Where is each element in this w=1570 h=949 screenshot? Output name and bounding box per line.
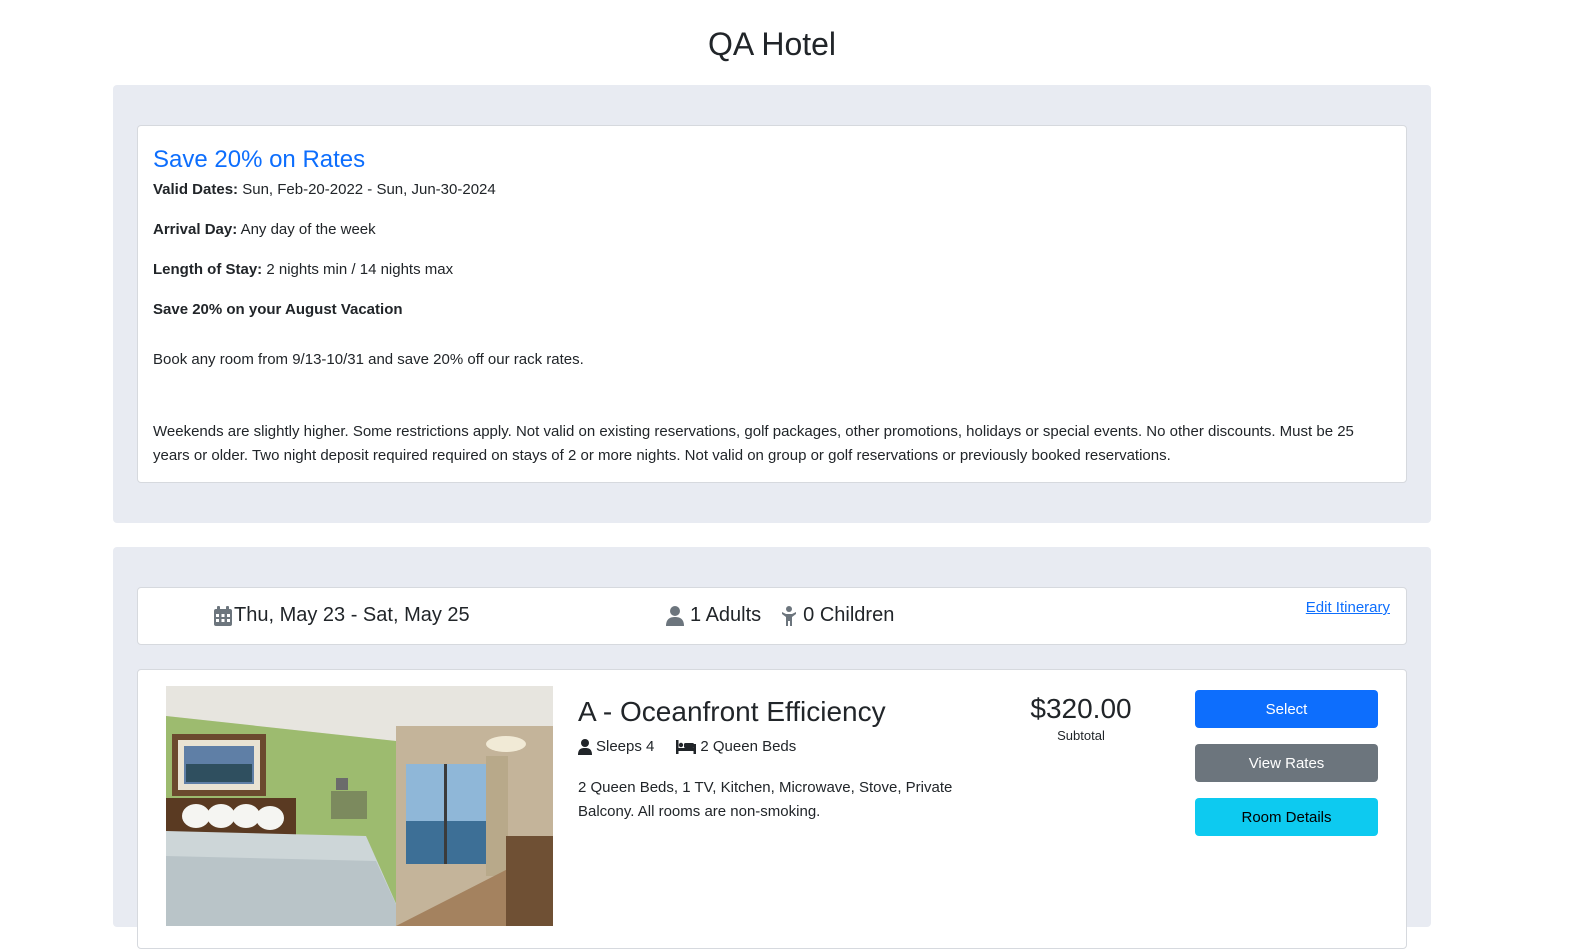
rooms-panel: Thu, May 23 - Sat, May 25 1 Adults 0 Chi…	[113, 547, 1431, 949]
child-icon	[781, 605, 797, 626]
select-button[interactable]: Select	[1195, 690, 1378, 728]
length-of-stay-label: Length of Stay:	[153, 261, 263, 278]
person-icon	[578, 738, 592, 755]
promo-title: Save 20% on Rates	[153, 146, 366, 173]
valid-dates: Valid Dates: Sun, Feb-20-2022 - Sun, Jun…	[153, 180, 1391, 200]
arrival-day-label: Arrival Day:	[153, 221, 238, 238]
valid-dates-label: Valid Dates:	[153, 181, 239, 198]
beds-text: 2 Queen Beds	[700, 738, 797, 755]
room-description: 2 Queen Beds, 1 TV, Kitchen, Microwave, …	[578, 779, 953, 820]
sleeps-text: Sleeps 4	[596, 738, 655, 755]
itinerary-dates-text: Thu, May 23 - Sat, May 25	[234, 604, 470, 626]
view-rates-button[interactable]: View Rates	[1195, 744, 1378, 782]
adult-icon	[666, 605, 684, 626]
itinerary-bar: Thu, May 23 - Sat, May 25 1 Adults 0 Chi…	[137, 587, 1407, 645]
room-card: A - Oceanfront Efficiency Sleeps 4 2 Que…	[137, 669, 1407, 949]
itinerary-guests: 1 Adults 0 Children	[666, 604, 894, 627]
valid-dates-value: Sun, Feb-20-2022 - Sun, Jun-30-2024	[242, 181, 496, 198]
promo-card: Save 20% on Rates Valid Dates: Sun, Feb-…	[137, 125, 1407, 483]
length-of-stay-value: 2 nights min / 14 nights max	[266, 261, 454, 278]
bed-icon	[676, 739, 697, 754]
promo-panel: Save 20% on Rates Valid Dates: Sun, Feb-…	[113, 85, 1431, 523]
room-name: A - Oceanfront Efficiency	[578, 696, 886, 727]
room-image[interactable]	[166, 686, 553, 926]
price-amount: $320.00	[1030, 693, 1132, 724]
room-details-button[interactable]: Room Details	[1195, 798, 1378, 836]
children-count: 0 Children	[803, 604, 895, 626]
price-label: Subtotal	[1057, 728, 1105, 743]
length-of-stay: Length of Stay: 2 nights min / 14 nights…	[153, 260, 1391, 280]
promo-heading: Save 20% on your August Vacation	[153, 301, 403, 318]
calendar-icon	[214, 605, 232, 626]
itinerary-dates: Thu, May 23 - Sat, May 25	[214, 604, 470, 627]
adults-count: 1 Adults	[690, 604, 762, 626]
price-block: $320.00 Subtotal	[1008, 690, 1154, 744]
arrival-day: Arrival Day: Any day of the week	[153, 220, 1391, 240]
room-meta: Sleeps 4 2 Queen Beds	[578, 738, 796, 755]
page-title: QA Hotel	[707, 26, 837, 62]
edit-itinerary-link[interactable]: Edit Itinerary	[1306, 599, 1390, 616]
promo-paragraph-1: Book any room from 9/13-10/31 and save 2…	[153, 351, 584, 368]
arrival-day-value: Any day of the week	[240, 221, 376, 238]
promo-paragraph-2: Weekends are slightly higher. Some restr…	[153, 423, 1354, 464]
